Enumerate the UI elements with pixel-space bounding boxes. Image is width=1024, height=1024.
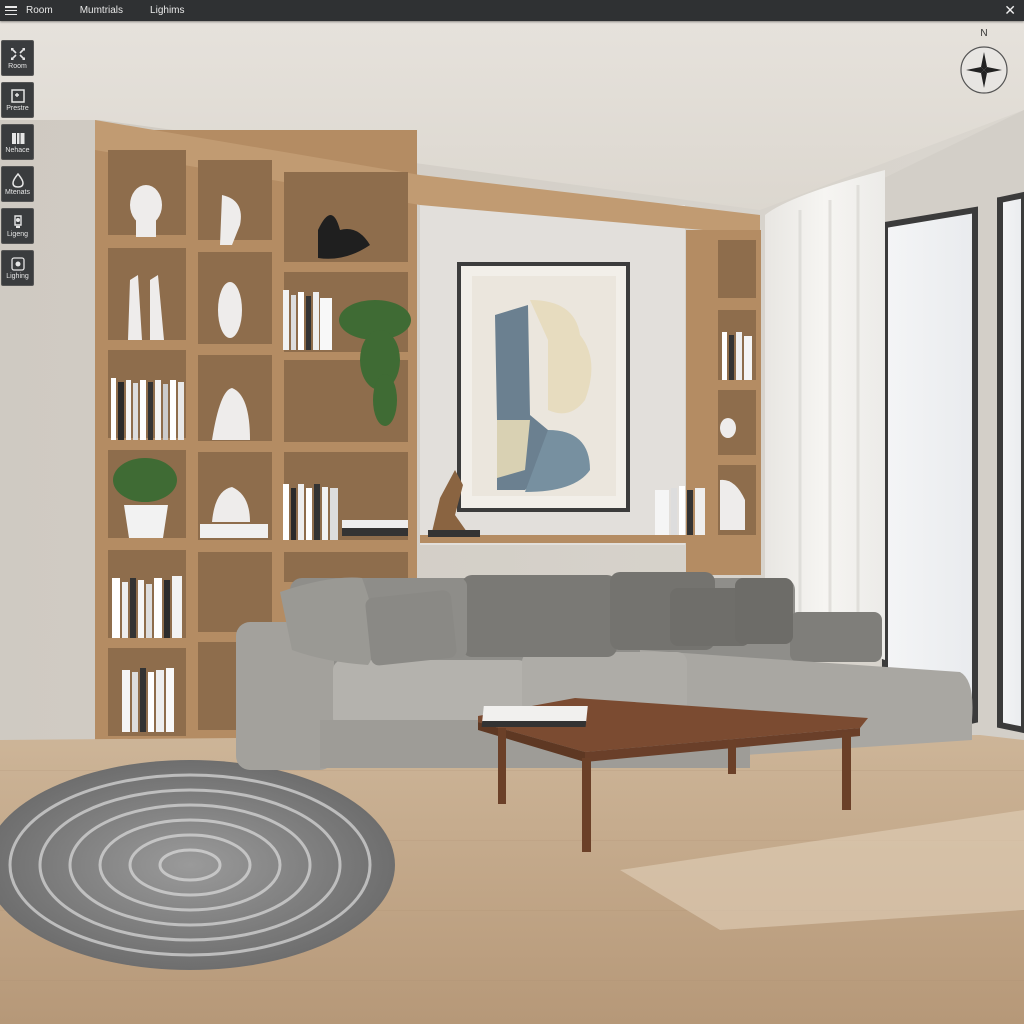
menu-item-lighting[interactable]: Lighims: [150, 5, 184, 16]
frame-icon: [10, 89, 25, 103]
tool-mtenats-button[interactable]: Mtenats: [1, 166, 34, 202]
light-bulb-icon: [13, 215, 22, 228]
hamburger-menu-icon[interactable]: [5, 6, 17, 15]
menu-item-room[interactable]: Room: [26, 5, 53, 16]
move-arrows-icon: [10, 48, 25, 60]
tool-label: Room: [8, 63, 27, 70]
menu-item-materials[interactable]: Mumtrials: [80, 5, 123, 16]
tool-label: Ligeng: [6, 231, 29, 238]
furniture-icon: [11, 133, 24, 144]
compass-widget[interactable]: N: [958, 28, 1010, 98]
tool-prestre-button[interactable]: Prestre: [1, 82, 34, 118]
tool-room-button[interactable]: Room: [1, 40, 34, 76]
tool-label: Lighing: [6, 273, 29, 280]
tool-label: Nehace: [5, 147, 30, 154]
compass-rose-icon: [960, 46, 1008, 94]
tool-lighing-button[interactable]: Lighing: [1, 250, 34, 286]
tool-label: Prestre: [6, 105, 29, 112]
lighting-icon: [10, 257, 25, 271]
top-menu-bar: Room Mumtrials Lighims ✕: [0, 0, 1024, 21]
tool-label: Mtenats: [5, 189, 30, 196]
close-icon[interactable]: ✕: [1004, 2, 1016, 18]
tool-ligeng-button[interactable]: Ligeng: [1, 208, 34, 244]
tool-nehace-button[interactable]: Nehace: [1, 124, 34, 160]
room-viewport[interactable]: [0, 0, 1024, 1024]
tool-palette: Room Prestre Nehace Mtenats Ligeng Lighi…: [1, 40, 35, 292]
compass-north-label: N: [980, 28, 988, 39]
material-drop-icon: [11, 172, 24, 188]
